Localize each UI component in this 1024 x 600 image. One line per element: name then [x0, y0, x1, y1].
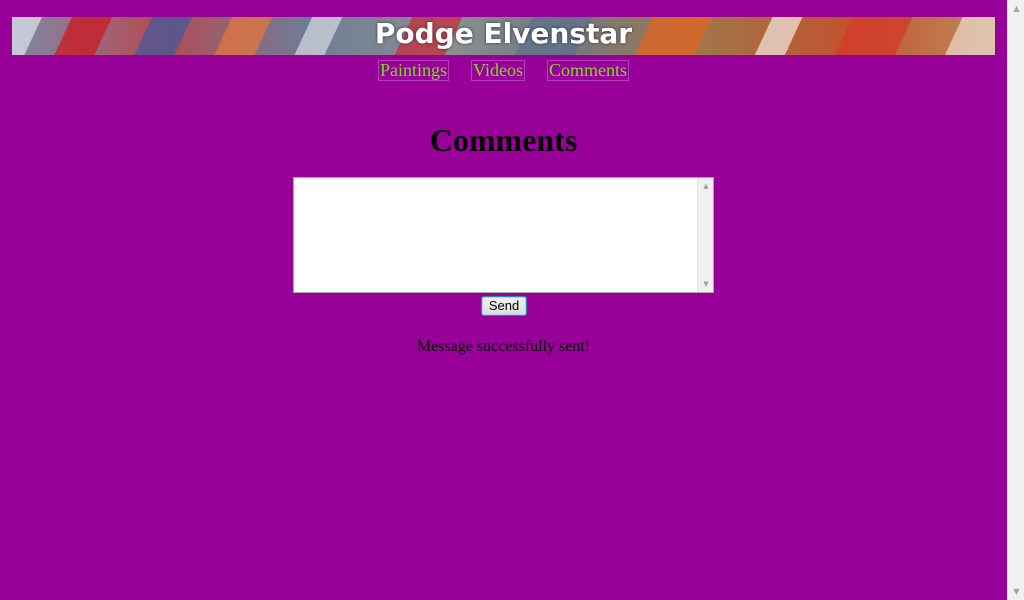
page-scrollbar[interactable]: ▲ ▼	[1007, 0, 1024, 600]
scroll-down-arrow-icon[interactable]: ▼	[1008, 583, 1024, 600]
status-message: Message successfully sent!	[416, 338, 591, 355]
comment-textarea[interactable]	[294, 178, 697, 292]
nav-link-comments[interactable]: Comments	[546, 60, 629, 81]
scroll-down-arrow-icon[interactable]: ▼	[698, 277, 714, 291]
comment-scrollbar[interactable]: ▲ ▼	[697, 178, 713, 292]
site-title: Podge Elvenstar	[374, 17, 633, 50]
page-title: Comments	[429, 122, 578, 158]
comment-box: ▲ ▼	[293, 177, 714, 293]
send-button[interactable]: Send	[481, 296, 527, 316]
scroll-up-arrow-icon[interactable]: ▲	[698, 179, 714, 193]
scroll-up-arrow-icon[interactable]: ▲	[1008, 0, 1024, 17]
nav-link-videos[interactable]: Videos	[471, 60, 525, 81]
main-nav: Paintings Videos Comments	[0, 60, 1007, 82]
header-banner: Podge Elvenstar	[12, 17, 995, 55]
nav-link-paintings[interactable]: Paintings	[378, 60, 450, 81]
page: Podge Elvenstar Paintings Videos Comments …	[0, 0, 1007, 600]
